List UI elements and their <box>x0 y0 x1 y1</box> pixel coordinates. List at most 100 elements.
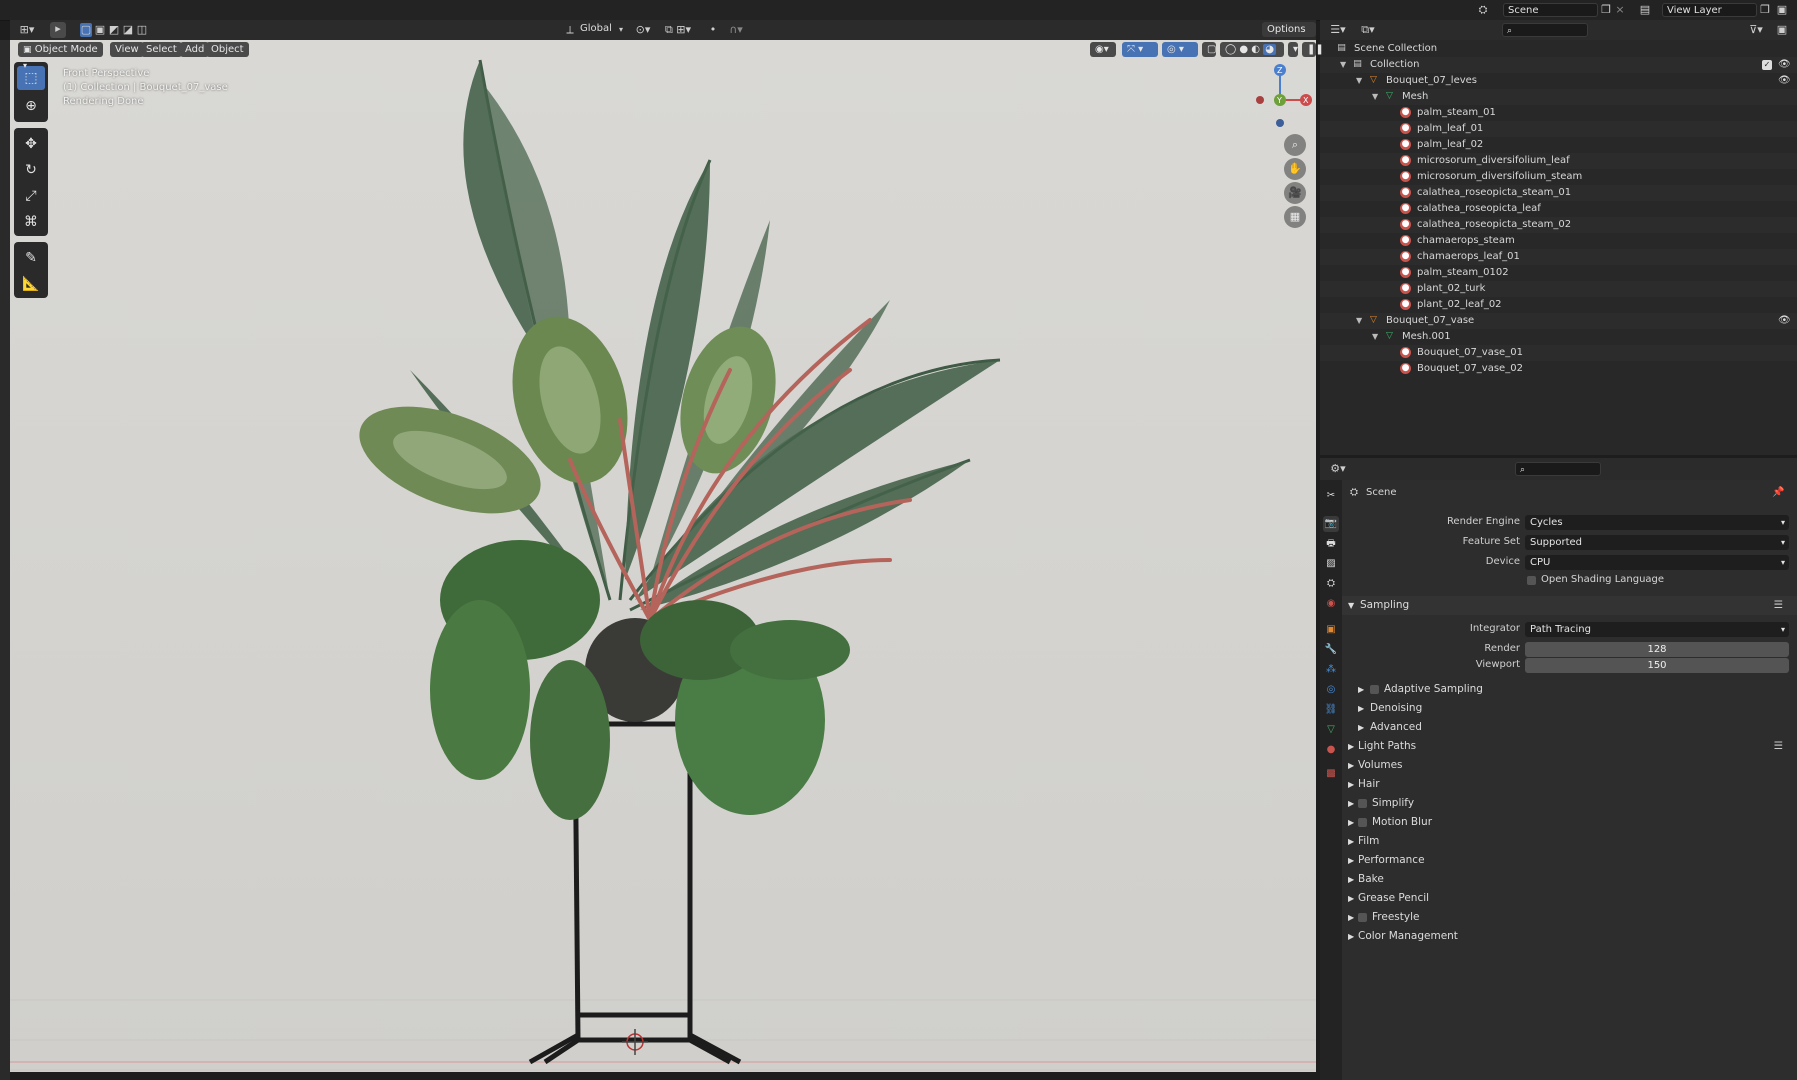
falloff-icon[interactable]: ∩▾ <box>724 23 748 37</box>
render-samples-field[interactable]: 128 <box>1525 642 1789 657</box>
expand-triangle-icon[interactable]: ▼ <box>1372 329 1378 345</box>
copy-icon[interactable]: ❐ <box>1759 3 1771 17</box>
select-mode-subtract-icon[interactable]: ◩ <box>108 23 120 37</box>
select-mode-intersect-icon[interactable]: ◫ <box>136 23 148 37</box>
shading-modes[interactable]: ◯ ● ◐ ◕ <box>1220 42 1284 57</box>
layers-icon[interactable]: ▤ <box>1638 3 1652 17</box>
render-engine-dropdown[interactable]: Cycles ▾ <box>1525 515 1789 530</box>
feature-set-dropdown[interactable]: Supported ▾ <box>1525 535 1789 550</box>
tool-tab-icon[interactable]: ✂ <box>1323 488 1339 504</box>
osl-checkbox[interactable] <box>1527 576 1536 585</box>
scale-tool-icon[interactable]: ⤢ <box>17 184 45 208</box>
viewport-samples-field[interactable]: 150 <box>1525 658 1789 673</box>
select-mode-extend-icon[interactable]: ▣ <box>94 23 106 37</box>
exclude-checkbox[interactable]: ✓ <box>1762 60 1772 70</box>
osl-checkbox-row[interactable]: Open Shading Language <box>1525 574 1789 588</box>
outliner-row-material[interactable]: ● calathea_roseopicta_steam_02 <box>1320 217 1797 233</box>
select-box-icon[interactable]: ⬚ <box>17 66 45 90</box>
menu-select[interactable]: Select <box>141 42 182 57</box>
section-color-management[interactable]: ▶ Color Management <box>1342 927 1797 946</box>
outliner-row-material[interactable]: ● microsorum_diversifolium_leaf <box>1320 153 1797 169</box>
expand-triangle-icon[interactable]: ▼ <box>1356 313 1362 329</box>
physics-tab-icon[interactable]: ◎ <box>1323 682 1339 698</box>
outliner-row-material[interactable]: ● chamaerops_steam <box>1320 233 1797 249</box>
section-sampling[interactable]: ▼ Sampling ☰ <box>1342 596 1797 615</box>
expand-triangle-icon[interactable]: ▼ <box>1372 89 1378 105</box>
outliner-row-material[interactable]: ● palm_steam_0102 <box>1320 265 1797 281</box>
move-tool-icon[interactable]: ✥ <box>17 132 45 156</box>
close-icon[interactable]: ▣ <box>1776 3 1788 17</box>
outliner-row-material[interactable]: ● calathea_roseopicta_leaf <box>1320 201 1797 217</box>
filter-icon[interactable]: ⊽▾ <box>1745 23 1767 37</box>
outliner-row-material[interactable]: ● palm_leaf_01 <box>1320 121 1797 137</box>
properties-search-input[interactable]: ⌕ <box>1515 462 1601 476</box>
transform-tool-icon[interactable]: ⌘ <box>17 210 45 234</box>
editor-type-icon[interactable]: ☰▾ <box>1328 23 1348 37</box>
menu-add[interactable]: Add <box>180 42 210 57</box>
proportional-edit-icon[interactable]: • <box>706 23 720 37</box>
motion-blur-checkbox[interactable] <box>1358 818 1367 827</box>
zoom-icon[interactable]: ⌕ <box>1284 134 1306 156</box>
outliner-row-object[interactable]: ▼ ▽ Bouquet_07_leves 👁 <box>1320 73 1797 89</box>
mesh-data-tab-icon[interactable]: ▽ <box>1323 722 1339 738</box>
gizmo-toggle-icon[interactable]: ⤧ ▾ <box>1122 42 1158 57</box>
outliner-search-input[interactable]: ⌕ <box>1502 23 1588 37</box>
snap-icon[interactable]: ⧉ ⊞▾ <box>660 23 696 37</box>
subpanel-denoising[interactable]: ▶ Denoising <box>1352 699 1797 718</box>
scene-selector[interactable]: Scene <box>1503 3 1598 17</box>
section-grease-pencil[interactable]: ▶ Grease Pencil <box>1342 889 1797 908</box>
simplify-checkbox[interactable] <box>1358 799 1367 808</box>
subpanel-adaptive-sampling[interactable]: ▶ Adaptive Sampling <box>1352 680 1797 699</box>
new-collection-icon[interactable]: ▣ <box>1775 23 1789 37</box>
rotate-tool-icon[interactable]: ↻ <box>17 158 45 182</box>
outliner-row-material[interactable]: ● palm_leaf_02 <box>1320 137 1797 153</box>
pan-hand-icon[interactable]: ✋ <box>1284 158 1306 180</box>
outliner-row-material[interactable]: ● plant_02_leaf_02 <box>1320 297 1797 313</box>
close-icon[interactable]: × <box>1614 3 1626 17</box>
particles-tab-icon[interactable]: ⁂ <box>1323 662 1339 678</box>
adaptive-sampling-checkbox[interactable] <box>1370 685 1379 694</box>
outliner-row-scene-collection[interactable]: ▤ Scene Collection <box>1320 41 1797 57</box>
freestyle-checkbox[interactable] <box>1358 913 1367 922</box>
camera-icon[interactable]: 🎥 <box>1284 182 1306 204</box>
visibility-icon[interactable]: ◉▾ <box>1090 42 1116 57</box>
integrator-dropdown[interactable]: Path Tracing ▾ <box>1525 622 1789 637</box>
outliner-row-material[interactable]: ● Bouquet_07_vase_01 <box>1320 345 1797 361</box>
eye-icon[interactable]: 👁 <box>1778 73 1791 89</box>
render-tab-icon[interactable]: 📷 <box>1323 516 1339 532</box>
section-bake[interactable]: ▶ Bake <box>1342 870 1797 889</box>
outliner-row-material[interactable]: ● chamaerops_leaf_01 <box>1320 249 1797 265</box>
presets-list-icon[interactable]: ☰ <box>1774 737 1783 756</box>
section-light-paths[interactable]: ▶ Light Paths ☰ <box>1342 737 1797 756</box>
mode-dropdown[interactable]: ▣ Object Mode ▾ <box>18 42 103 70</box>
outliner-row-mesh[interactable]: ▼ ▽ Mesh.001 <box>1320 329 1797 345</box>
device-dropdown[interactable]: CPU ▾ <box>1525 555 1789 570</box>
editor-type-icon[interactable]: ⊞▾ <box>18 23 36 37</box>
section-motion-blur[interactable]: ▶ Motion Blur <box>1342 813 1797 832</box>
orientation-dropdown[interactable]: Global <box>580 23 612 34</box>
cursor-tool-icon[interactable]: ⊕ <box>17 94 45 118</box>
section-simplify[interactable]: ▶ Simplify <box>1342 794 1797 813</box>
measure-tool-icon[interactable]: 📐 <box>17 272 45 296</box>
outliner-row-object[interactable]: ▼ ▽ Bouquet_07_vase 👁 <box>1320 313 1797 329</box>
transform-orientation-icon[interactable]: ⟂ <box>563 23 577 37</box>
outliner-row-material[interactable]: ● microsorum_diversifolium_steam <box>1320 169 1797 185</box>
world-tab-icon[interactable]: ◉ <box>1323 596 1339 612</box>
navigation-gizmo[interactable]: Z Y X <box>1240 60 1316 140</box>
display-mode-icon[interactable]: ⧉▾ <box>1358 23 1378 37</box>
outliner-row-mesh[interactable]: ▼ ▽ Mesh <box>1320 89 1797 105</box>
expand-triangle-icon[interactable]: ▼ <box>1356 73 1362 89</box>
select-mode-new-icon[interactable]: ▢ <box>80 23 92 37</box>
texture-tab-icon[interactable]: ▩ <box>1323 766 1339 782</box>
presets-list-icon[interactable]: ☰ <box>1774 596 1783 615</box>
menu-object[interactable]: Object <box>206 42 249 57</box>
outliner-row-collection[interactable]: ▼ ▤ Collection ✓ 👁 <box>1320 57 1797 73</box>
expand-triangle-icon[interactable]: ▼ <box>1340 57 1346 73</box>
select-cursor-icon[interactable]: ▸ <box>50 22 66 38</box>
pivot-point-icon[interactable]: ⊙▾ <box>632 23 654 37</box>
3d-viewport[interactable]: Front Perspective (1) Collection | Bouqu… <box>10 40 1316 1072</box>
section-volumes[interactable]: ▶ Volumes <box>1342 756 1797 775</box>
modifier-tab-icon[interactable]: 🔧 <box>1323 642 1339 658</box>
section-performance[interactable]: ▶ Performance <box>1342 851 1797 870</box>
chevron-down-icon[interactable]: ▾ <box>1288 42 1298 57</box>
